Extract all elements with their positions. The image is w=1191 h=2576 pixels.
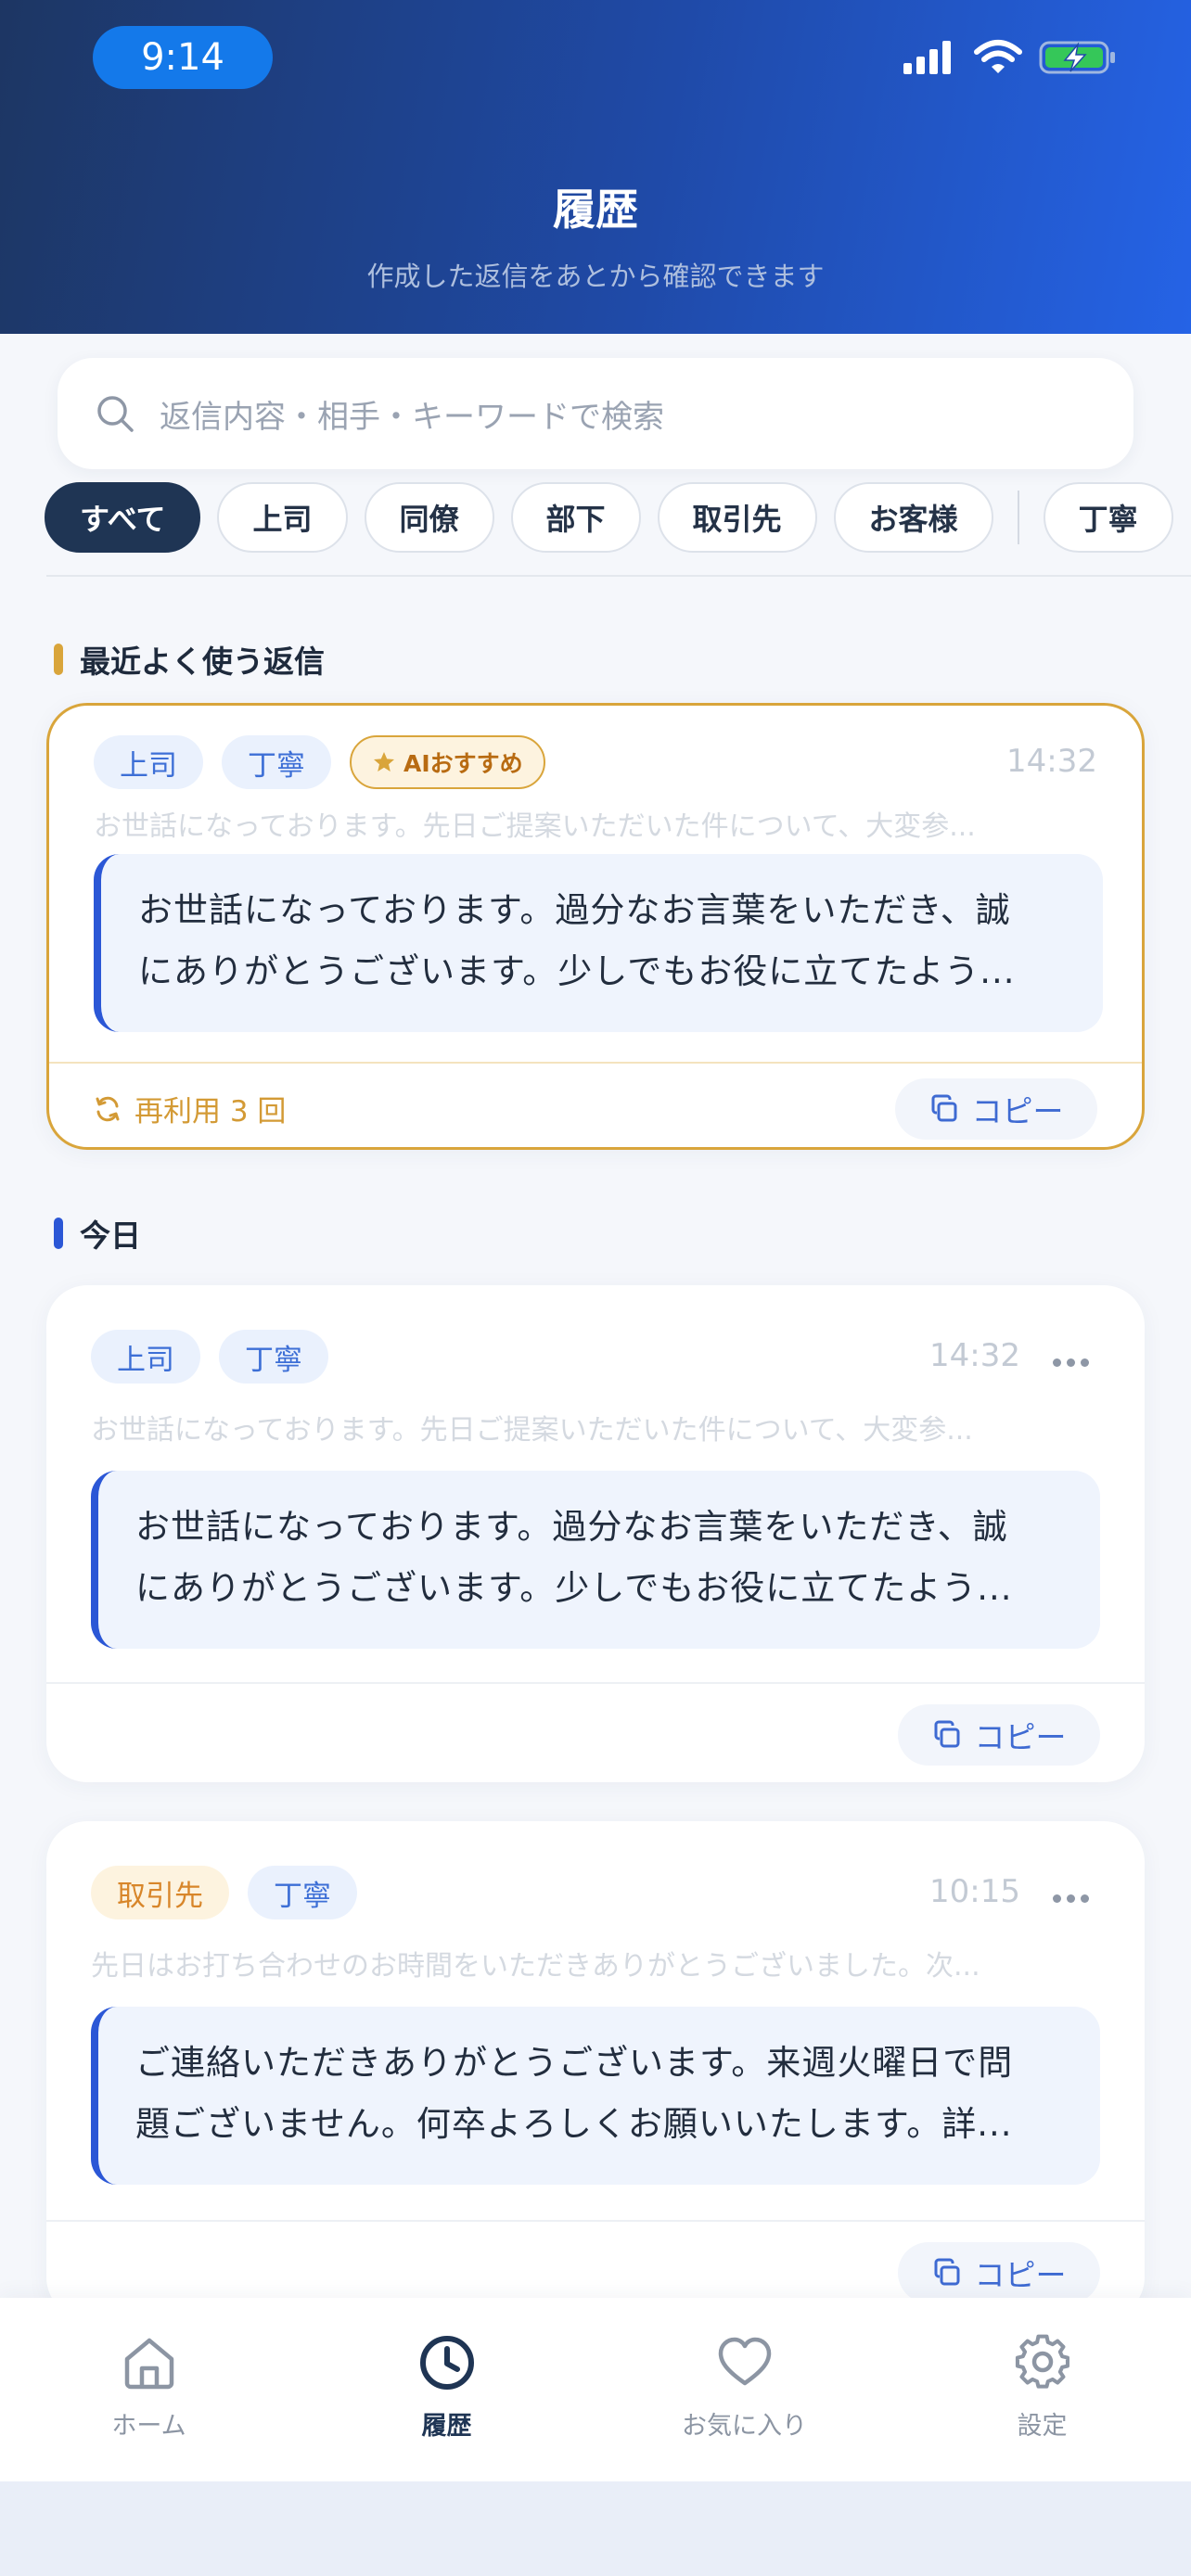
reuse-count: 再利用 3 回 xyxy=(94,1088,286,1129)
reply-line: お世話になっております。過分なお言葉をいただき、誠 xyxy=(138,890,1011,930)
heart-icon xyxy=(718,2337,771,2386)
search-placeholder: 返信内容・相手・キーワードで検索 xyxy=(160,398,664,436)
copy-icon xyxy=(931,1094,956,1122)
section-title: 最近よく使う返信 xyxy=(80,644,325,680)
filter-chip-all[interactable]: すべて xyxy=(45,482,201,553)
reply-line: お世話になっております。過分なお言葉をいただき、誠 xyxy=(135,1507,1008,1547)
filter-chip-polite[interactable]: 丁寧 xyxy=(1043,482,1173,553)
tab-bar: ホーム 履歴 お気に入り 設定 xyxy=(0,2298,1191,2481)
page-title: 履歴 xyxy=(553,185,638,235)
card-time: 14:32 xyxy=(1006,743,1097,780)
card-tags: 上司 丁寧 xyxy=(91,1330,328,1384)
card-tags: 上司 丁寧 AIおすすめ xyxy=(94,735,545,789)
section-title: 今日 xyxy=(80,1218,141,1254)
history-card[interactable]: 上司 丁寧 14:32 お世話になっております。先日ご提案いただいた件について、… xyxy=(46,1285,1145,1782)
tag-tone: 丁寧 xyxy=(222,735,331,789)
section-accent-bar xyxy=(54,644,63,675)
copy-button[interactable]: コピー xyxy=(895,1078,1097,1140)
status-time: 9:14 xyxy=(93,26,273,89)
reply-line: にありがとうございます。少しでもお役に立てたよう... xyxy=(138,951,1016,991)
ai-recommend-badge: AIおすすめ xyxy=(350,735,545,789)
more-options-icon[interactable] xyxy=(1053,1358,1089,1367)
card-tags: 取引先 丁寧 xyxy=(91,1866,357,1919)
copy-button[interactable]: コピー xyxy=(898,1704,1100,1766)
tab-favorites[interactable]: お気に入り xyxy=(596,2298,893,2481)
header: 9:14 履歴 作成した返信をあとから確認できます xyxy=(0,0,1191,334)
tag-relation: 取引先 xyxy=(91,1866,229,1919)
reuse-label: 再利用 3 回 xyxy=(134,1095,287,1129)
search-input[interactable]: 返信内容・相手・キーワードで検索 xyxy=(58,358,1133,469)
clock-icon xyxy=(419,2336,474,2390)
tab-settings[interactable]: 設定 xyxy=(893,2298,1191,2481)
search-icon xyxy=(97,396,134,432)
section-today: 今日 xyxy=(54,1211,141,1256)
tab-label: お気に入り xyxy=(682,2412,807,2441)
ai-badge-label: AIおすすめ xyxy=(403,750,523,777)
card-divider xyxy=(46,1682,1145,1684)
tab-label: 設定 xyxy=(1017,2412,1068,2441)
copy-label: コピー xyxy=(974,1719,1067,1755)
star-icon xyxy=(374,752,394,772)
tag-tone: 丁寧 xyxy=(219,1330,328,1384)
reply-preview: お世話になっております。過分なお言葉をいただき、誠 にありがとうございます。少し… xyxy=(91,1471,1100,1649)
copy-button[interactable]: コピー xyxy=(898,2242,1100,2303)
tag-relation: 上司 xyxy=(94,735,203,789)
filter-chip-colleague[interactable]: 同僚 xyxy=(364,482,494,553)
tab-label: 履歴 xyxy=(421,2412,472,2441)
tab-home[interactable]: ホーム xyxy=(0,2298,298,2481)
filter-divider xyxy=(46,575,1191,577)
card-time: 14:32 xyxy=(929,1337,1020,1374)
section-accent-bar xyxy=(54,1218,63,1249)
filter-chip-partner[interactable]: 取引先 xyxy=(657,482,817,553)
copy-icon xyxy=(934,2258,959,2286)
more-options-icon[interactable] xyxy=(1053,1894,1089,1903)
tab-label: ホーム xyxy=(111,2412,186,2441)
home-icon xyxy=(124,2338,173,2390)
original-message: お世話になっております。先日ご提案いただいた件について、大変参... xyxy=(91,1414,973,1447)
copy-label: コピー xyxy=(971,1093,1064,1129)
gear-icon xyxy=(1015,2334,1069,2389)
tag-tone: 丁寧 xyxy=(248,1866,357,1919)
card-divider xyxy=(49,1062,1142,1064)
tag-relation: 上司 xyxy=(91,1330,200,1384)
home-indicator-area xyxy=(0,2481,1191,2576)
page-subtitle: 作成した返信をあとから確認できます xyxy=(366,261,825,292)
tab-history[interactable]: 履歴 xyxy=(298,2298,596,2481)
filter-chip-subordinate[interactable]: 部下 xyxy=(510,482,641,553)
history-card[interactable]: 取引先 丁寧 10:15 先日はお打ち合わせのお時間をいただきありがとうございま… xyxy=(46,1821,1145,2318)
chip-divider xyxy=(1017,491,1019,544)
history-screen: 9:14 履歴 作成した返信をあとから確認できます 返信内容・相手・キーワードで… xyxy=(0,0,1191,2576)
reply-preview: ご連絡いただきありがとうございます。来週火曜日で問 題ございません。何卒よろしく… xyxy=(91,2007,1100,2185)
filter-chip-customer[interactable]: お客様 xyxy=(833,482,993,553)
copy-label: コピー xyxy=(974,2257,1067,2293)
section-frequent: 最近よく使う返信 xyxy=(54,637,325,682)
reply-preview: お世話になっております。過分なお言葉をいただき、誠 にありがとうございます。少し… xyxy=(94,854,1103,1032)
original-message: お世話になっております。先日ご提案いただいた件について、大変参... xyxy=(94,810,976,843)
signal-icon xyxy=(903,41,951,74)
filter-chip-boss[interactable]: 上司 xyxy=(217,482,348,553)
wifi-icon xyxy=(974,40,1022,73)
reply-line: 題ございません。何卒よろしくお願いいたします。詳... xyxy=(135,2104,1013,2144)
copy-icon xyxy=(934,1720,959,1748)
reply-line: ご連絡いただきありがとうございます。来週火曜日で問 xyxy=(135,2043,1014,2083)
battery-icon xyxy=(1039,41,1115,74)
original-message: 先日はお打ち合わせのお時間をいただきありがとうございました。次... xyxy=(91,1950,980,1983)
status-icons xyxy=(902,39,1117,76)
frequent-reply-card[interactable]: 上司 丁寧 AIおすすめ 14:32 お世話になっております。先日ご提案いただい… xyxy=(46,703,1145,1150)
card-divider xyxy=(46,2220,1145,2222)
reply-line: にありがとうございます。少しでもお役に立てたよう... xyxy=(135,1568,1013,1608)
card-time: 10:15 xyxy=(929,1873,1020,1910)
refresh-icon xyxy=(96,1096,120,1121)
filter-chips: すべて 上司 同僚 部下 取引先 お客様 丁寧 xyxy=(45,482,1191,553)
